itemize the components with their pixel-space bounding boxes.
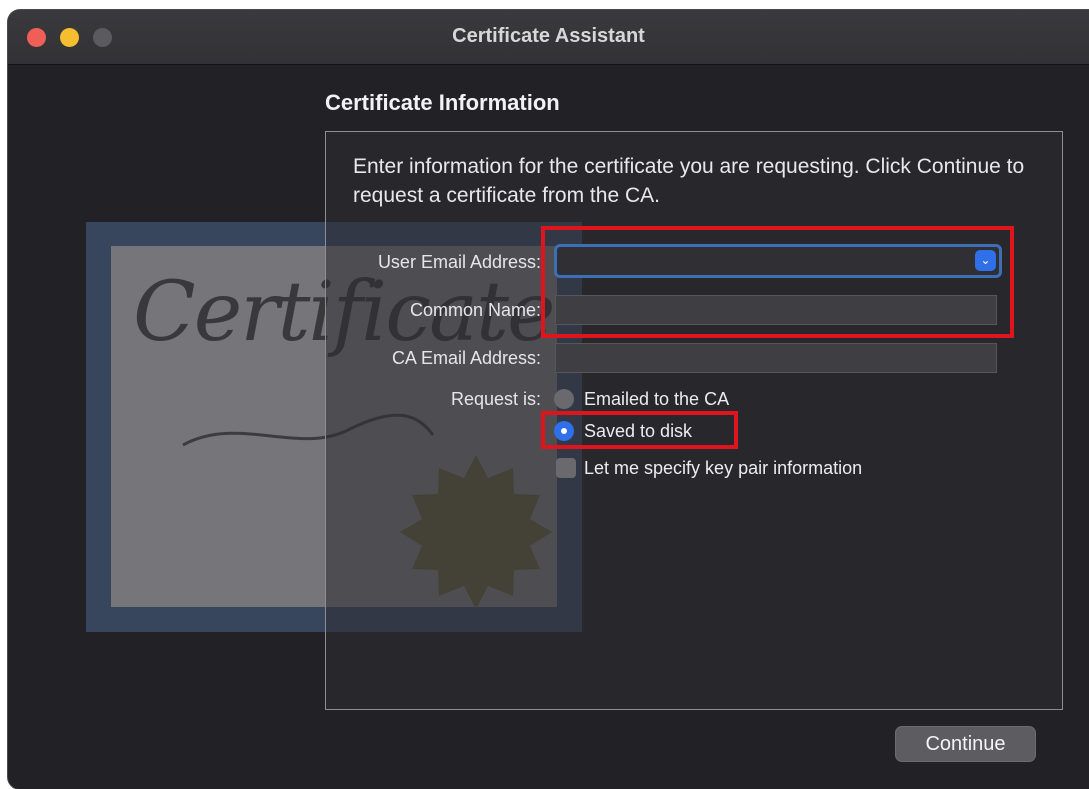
common-name-label: Common Name: xyxy=(409,300,541,320)
continue-button[interactable]: Continue xyxy=(895,726,1036,762)
certificate-assistant-window: Certificate Assistant Certificate Certif… xyxy=(8,10,1089,789)
title-bar: Certificate Assistant xyxy=(8,10,1089,65)
key-pair-checkbox[interactable] xyxy=(556,458,576,478)
emailed-to-ca-radio[interactable] xyxy=(554,389,574,409)
intro-text: Enter information for the certificate yo… xyxy=(353,155,1025,207)
ca-email-label: CA Email Address: xyxy=(391,348,541,368)
user-email-label: User Email Address: xyxy=(377,252,541,272)
email-name-highlight-box xyxy=(541,226,1014,338)
window-title: Certificate Assistant xyxy=(452,25,645,47)
saved-to-disk-highlight-box xyxy=(541,411,738,449)
key-pair-label[interactable]: Let me specify key pair information xyxy=(584,458,862,479)
section-heading: Certificate Information xyxy=(325,90,560,115)
request-is-label: Request is: xyxy=(450,389,541,409)
ca-email-field[interactable] xyxy=(555,343,997,373)
emailed-to-ca-label[interactable]: Emailed to the CA xyxy=(584,389,729,410)
